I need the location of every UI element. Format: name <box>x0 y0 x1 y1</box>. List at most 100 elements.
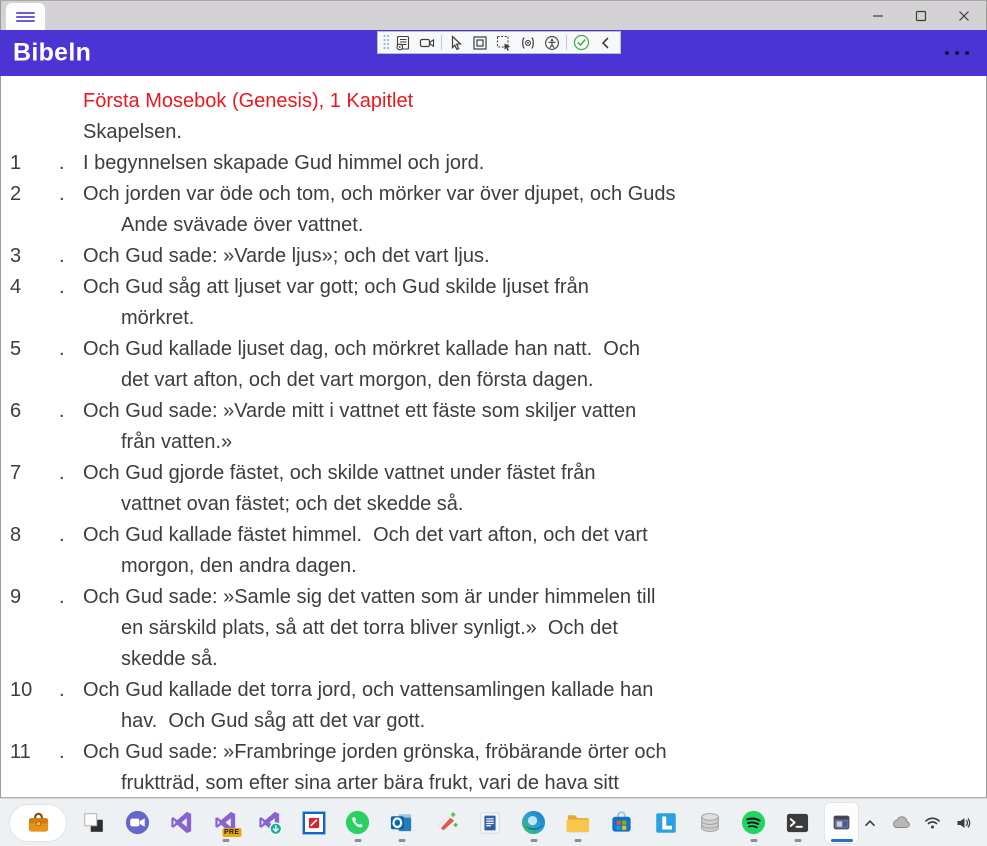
verse-number: 2 <box>10 183 22 205</box>
taskbar-outlook-icon[interactable] <box>385 803 418 843</box>
more-button[interactable] <box>943 45 971 61</box>
verse-separator: . <box>59 338 65 360</box>
close-button[interactable] <box>942 1 985 31</box>
verse-number: 6 <box>10 400 22 422</box>
select-element-icon[interactable] <box>444 33 468 52</box>
verse-row: 6. Och Gud sade: »Varde mitt i vattnet et… <box>1 396 986 458</box>
icon-badge: PRE <box>222 827 242 837</box>
running-indicator <box>574 838 581 842</box>
window-controls <box>856 1 985 31</box>
verse-text: Och Gud sade: »Varde mitt i vattnet ett … <box>83 400 637 453</box>
verse-text: Och Gud kallade det torra jord, och vatt… <box>83 679 654 732</box>
verse-number: 9 <box>10 586 22 608</box>
running-indicator <box>398 838 405 842</box>
verse-text: I begynnelsen skapade Gud himmel och jor… <box>83 152 485 174</box>
verse-row: 1. I begynnelsen skapade Gud himmel och j… <box>1 148 986 179</box>
system-tray <box>860 807 987 839</box>
verse-number: 1 <box>10 152 22 174</box>
accessibility-checker-icon[interactable] <box>540 33 564 52</box>
verse-list: 1. I begynnelsen skapade Gud himmel och j… <box>1 148 986 797</box>
verse-row: 5. Och Gud kallade ljuset dag, och mörkre… <box>1 334 986 396</box>
close-icon <box>958 11 969 21</box>
vs-debug-toolbar <box>377 31 621 54</box>
verse-number: 4 <box>10 276 22 298</box>
live-visual-tree-icon[interactable] <box>391 33 415 52</box>
verse-separator: . <box>59 679 65 701</box>
verse-separator: . <box>59 183 65 205</box>
ellipsis-icon <box>945 51 949 55</box>
taskbar-apps: PRE <box>0 802 858 843</box>
onedrive-cloud-icon[interactable] <box>891 807 911 839</box>
taskbar-launcher-briefcase-icon[interactable] <box>10 804 66 841</box>
minimize-icon <box>872 15 883 17</box>
verse-text: Och Gud gjorde fästet, och skilde vattne… <box>83 462 596 515</box>
collapse-chevron-icon[interactable] <box>593 33 617 52</box>
verse-separator: . <box>59 524 65 546</box>
verse-number: 5 <box>10 338 22 360</box>
verse-separator: . <box>59 152 65 174</box>
taskbar: PRE <box>0 798 987 846</box>
verse-number: 8 <box>10 524 22 546</box>
verse-text: Och Gud sade: »Varde ljus»; och det vart… <box>83 245 490 267</box>
scripture-view[interactable]: Första Mosebok (Genesis), 1 Kapitlet Ska… <box>0 76 987 798</box>
drag-handle-icon[interactable] <box>381 33 391 52</box>
maximize-icon <box>915 10 926 22</box>
maximize-button[interactable] <box>899 1 942 31</box>
verse-separator: . <box>59 276 65 298</box>
verse-row: 11. Och Gud sade: »Frambringe jorden grön… <box>1 737 986 797</box>
verse-row: 8. Och Gud kallade fästet himmel. Och det… <box>1 520 986 582</box>
layout-adorners-icon[interactable] <box>468 33 492 52</box>
running-indicator <box>830 838 853 842</box>
chapter-heading: Första Mosebok (Genesis), 1 Kapitlet <box>83 90 414 112</box>
verse-text: Och jorden var öde och tom, och mörker v… <box>83 183 676 236</box>
verse-text: Och Gud sade: »Samle sig det vatten som … <box>83 586 656 670</box>
taskbar-whatsapp-icon[interactable] <box>341 803 374 843</box>
minimize-button[interactable] <box>856 1 899 31</box>
taskbar-video-chat-icon[interactable] <box>121 803 154 843</box>
running-indicator <box>750 838 757 842</box>
toolbar-separator <box>566 35 567 50</box>
taskbar-visual-studio-installer-icon[interactable] <box>253 803 286 843</box>
volume-icon[interactable] <box>953 807 973 839</box>
taskbar-desktops-icon[interactable] <box>77 803 110 843</box>
taskbar-visual-studio-icon[interactable] <box>165 803 198 843</box>
tray-chevron-up-icon[interactable] <box>860 807 880 839</box>
track-focused-element-icon[interactable] <box>492 33 516 52</box>
verse-number: 10 <box>10 679 33 701</box>
taskbar-visual-studio-preview-icon[interactable]: PRE <box>209 803 242 843</box>
taskbar-linqpad-icon[interactable] <box>649 803 682 843</box>
toolbar-separator <box>441 35 442 50</box>
taskbar-microsoft-store-icon[interactable] <box>605 803 638 843</box>
verse-number: 3 <box>10 245 22 267</box>
verse-separator: . <box>59 400 65 422</box>
screen: Bibeln Första Mosebok (Genesis), 1 Kapit… <box>0 0 987 846</box>
running-indicator <box>222 838 229 842</box>
hot-reload-icon[interactable] <box>516 33 540 52</box>
verse-text: Och Gud såg att ljuset var gott; och Gud… <box>83 276 589 329</box>
screencast-icon[interactable] <box>415 33 439 52</box>
taskbar-red-tile-app-icon[interactable] <box>297 803 330 843</box>
verse-separator: . <box>59 586 65 608</box>
taskbar-bibeln-icon[interactable] <box>825 802 858 843</box>
verse-number: 7 <box>10 462 22 484</box>
taskbar-blue-document-icon[interactable] <box>473 803 506 843</box>
taskbar-eraser-3d-icon[interactable] <box>429 803 462 843</box>
status-check-icon[interactable] <box>569 33 593 52</box>
taskbar-edge-icon[interactable] <box>517 803 550 843</box>
hamburger-menu-button[interactable] <box>6 3 45 31</box>
titlebar[interactable] <box>0 0 987 31</box>
hamburger-icon <box>16 10 35 24</box>
taskbar-database-tool-icon[interactable] <box>693 803 726 843</box>
verse-row: 7. Och Gud gjorde fästet, och skilde vatt… <box>1 458 986 520</box>
wifi-icon[interactable] <box>922 807 942 839</box>
taskbar-spotify-icon[interactable] <box>737 803 770 843</box>
verse-separator: . <box>59 462 65 484</box>
verse-number: 11 <box>10 741 31 763</box>
taskbar-file-explorer-icon[interactable] <box>561 803 594 843</box>
verse-text: Och Gud kallade ljuset dag, och mörkret … <box>83 338 640 391</box>
running-indicator <box>354 838 361 842</box>
verse-text: Och Gud sade: »Frambringe jorden grönska… <box>83 741 667 794</box>
running-indicator <box>530 838 537 842</box>
taskbar-terminal-icon[interactable] <box>781 803 814 843</box>
verse-separator: . <box>59 741 65 763</box>
